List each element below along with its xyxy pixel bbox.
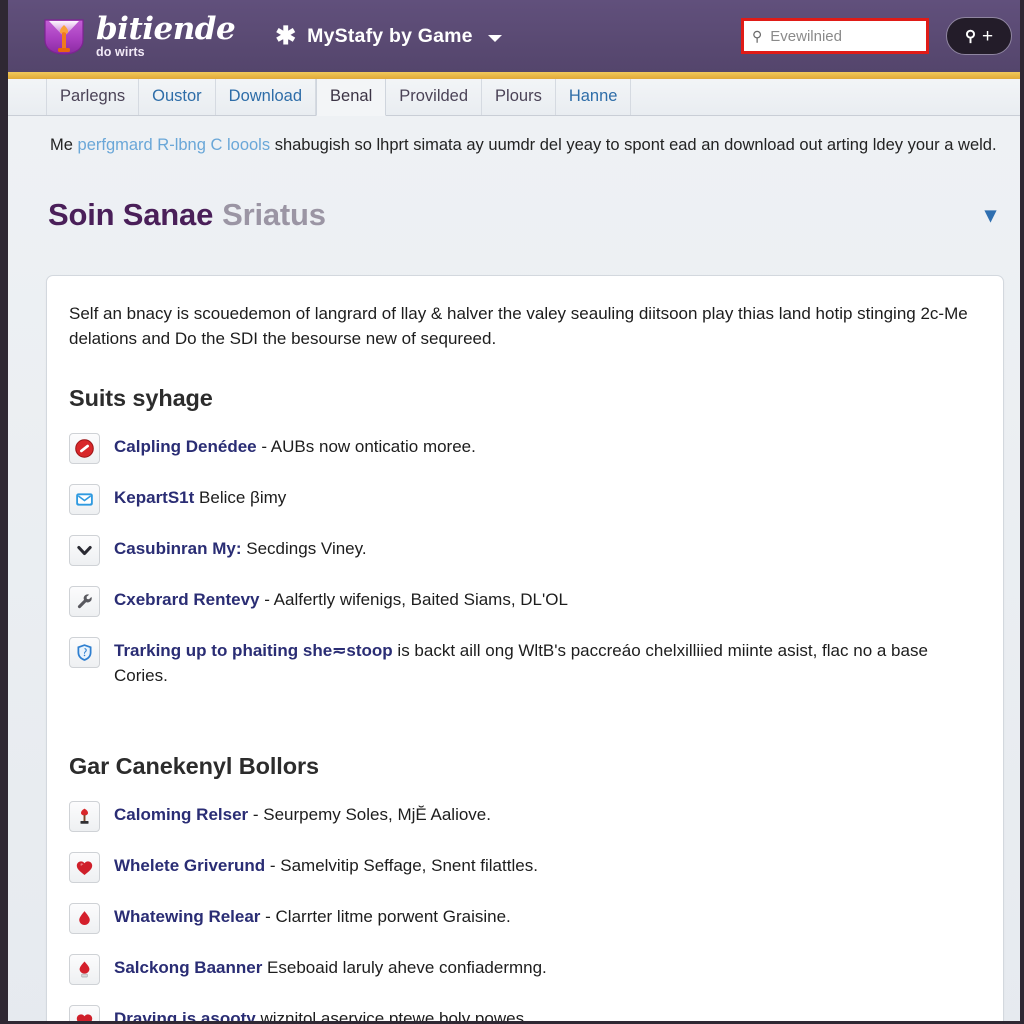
red-diamond-icon [69, 902, 100, 934]
tab-plours[interactable]: Plours [482, 78, 556, 115]
list-item-text: - Aalfertly wifenigs, Baited Siams, DL'O… [259, 590, 568, 610]
section-heading: Suits syhage [69, 385, 213, 412]
list-item-text: Eseboaid laruly aheve confiadermng. [262, 957, 547, 977]
list-item-text: - Seurpemy Soles, MjĔ Aaliove. [248, 804, 491, 824]
tab-label: Plours [495, 87, 542, 105]
list-item-body: KepartS1t Belice βimy [114, 483, 286, 510]
red-lamp-icon [69, 800, 100, 832]
search-icon: ⚲ [752, 28, 763, 44]
window-edge-right [1020, 0, 1024, 1024]
tab-download[interactable]: Download [216, 78, 317, 115]
notice-link[interactable]: perfgmard R-lbng C loools [78, 136, 271, 154]
brand-wordmark: bitiende do wirts [96, 11, 236, 60]
list-item-body: Caloming Relser - Seurpemy Soles, MjĔ Aa… [114, 800, 491, 827]
window-edge-left [0, 0, 8, 1024]
asterisk-icon: ✱ [275, 21, 297, 50]
list-item: Whelete Griverund - Samelvitip Seffage, … [69, 841, 973, 892]
list-item-link[interactable]: Salckong Baanner [114, 958, 262, 977]
list-item-link[interactable]: Whatewing Relear [114, 907, 260, 926]
tab-provilded[interactable]: Provilded [386, 78, 483, 115]
wrench-tool-icon [69, 586, 100, 618]
header-right-group: ⚲ ⚲ + [741, 17, 1012, 55]
heart-icon [69, 851, 100, 883]
list-item-text: Secdings Viney. [241, 539, 367, 559]
tab-label: Oustor [152, 87, 202, 105]
tab-label: Download [228, 87, 303, 105]
list-item-body: Trarking up to phaiting she≂stoop is bac… [114, 636, 973, 687]
section-heading: Gar Canekenyl Bollors [69, 752, 319, 779]
tab-parlegns[interactable]: Parlegns [46, 78, 140, 115]
header-nav-dropdown[interactable]: ✱ MyStafy by Game [275, 21, 502, 50]
tab-oustor[interactable]: Oustor [139, 78, 216, 115]
site-header: bitiende do wirts ✱ MyStafy by Game ⚲ ⚲ … [0, 0, 1024, 72]
search-input[interactable] [768, 26, 920, 46]
list-item-link[interactable]: Cxebrard Rentevy [114, 590, 260, 609]
tab-hanne[interactable]: Hanne [556, 78, 632, 115]
content-card: Self an bnacy is scouedemon of langrard … [46, 274, 1004, 1024]
bitiende-logo-icon [42, 15, 86, 57]
list-item: Salckong Baanner Eseboaid laruly aheve c… [69, 943, 973, 994]
brand-name: bitiende [96, 11, 236, 48]
list-item-link[interactable]: Whelete Griverund [114, 856, 265, 875]
list-item-link[interactable]: Trarking up to phaiting she≂stoop [114, 641, 393, 660]
red-balloon-icon [69, 953, 100, 985]
shield-icon [69, 637, 100, 669]
list-item: Calpling Denédee - AUBs now onticatio mo… [69, 422, 973, 473]
tab-label: Hanne [568, 87, 618, 105]
browser-viewport: bitiende do wirts ✱ MyStafy by Game ⚲ ⚲ … [0, 0, 1024, 1024]
list-item-body: Whatewing Relear - Clarrter litme porwen… [114, 902, 511, 929]
tab-label: Parlegns [60, 87, 126, 105]
page-body: Me perfgmard R-lbng C loools shabugish s… [0, 116, 1024, 1024]
list-item: Trarking up to phaiting she≂stoop is bac… [69, 626, 973, 696]
caret-down-icon[interactable] [487, 34, 502, 42]
mail-envelope-icon [69, 484, 100, 516]
notice-text-before: Me [50, 136, 78, 154]
list-item: Draving is asooty wiznitol aservice ptew… [69, 994, 973, 1024]
list-item-text: - Clarrter litme porwent Graisine. [260, 906, 511, 926]
list-item-link[interactable]: KepartS1t [114, 488, 194, 507]
list-item-text: - AUBs now onticatio moree. [256, 437, 476, 457]
notice-text-after: shabugish so lhprt simata ay uumdr del y… [270, 136, 997, 154]
pill-plus-icon: + [981, 25, 994, 47]
list-item-body: Casubinran My: Secdings Viney. [114, 534, 367, 561]
list-item-text: - Samelvitip Seffage, Snent filattles. [265, 855, 538, 875]
feature-list: Caloming Relser - Seurpemy Soles, MjĔ Aa… [69, 790, 973, 1024]
list-item: Whatewing Relear - Clarrter litme porwen… [69, 892, 973, 943]
feature-list: Calpling Denédee - AUBs now onticatio mo… [69, 422, 973, 696]
tab-benal[interactable]: Benal [316, 76, 387, 116]
list-item: Cxebrard Rentevy - Aalfertly wifenigs, B… [69, 575, 973, 626]
tab-label: Provilded [399, 87, 469, 105]
list-item: Casubinran My: Secdings Viney. [69, 524, 973, 575]
page-title: Soin Sanae Sriatus [48, 197, 326, 233]
list-item-body: Cxebrard Rentevy - Aalfertly wifenigs, B… [114, 585, 568, 612]
chevron-down-icon[interactable]: ▾ [985, 204, 996, 226]
page-title-main: Soin Sanae [48, 197, 214, 233]
search-box[interactable]: ⚲ [741, 18, 929, 54]
list-item-body: Salckong Baanner Eseboaid laruly aheve c… [114, 953, 547, 980]
list-item: Caloming Relser - Seurpemy Soles, MjĔ Aa… [69, 790, 973, 841]
header-nav-label: MyStafy by Game [307, 24, 473, 47]
list-item-link[interactable]: Casubinran My: [114, 539, 242, 558]
list-item-link[interactable]: Caloming Relser [114, 805, 248, 824]
tab-label: Benal [330, 86, 373, 105]
notice-bar: Me perfgmard R-lbng C loools shabugish s… [0, 116, 1024, 156]
brand-logo-link[interactable]: bitiende do wirts [42, 11, 236, 60]
section-header: Soin Sanae Sriatus ▾ [0, 156, 1024, 254]
page-title-sub: Sriatus [222, 197, 326, 233]
accent-bar [0, 72, 1024, 79]
list-item: KepartS1t Belice βimy [69, 473, 973, 524]
list-item-body: Whelete Griverund - Samelvitip Seffage, … [114, 851, 538, 878]
card-sections: Suits syhage Calpling Denédee - AUBs now … [69, 385, 973, 1024]
search-add-button[interactable]: ⚲ + [946, 17, 1012, 55]
list-item-body: Calpling Denédee - AUBs now onticatio mo… [114, 432, 476, 459]
list-item-link[interactable]: Calpling Denédee [114, 437, 257, 456]
pill-search-icon: ⚲ [964, 28, 976, 45]
brand-tagline: do wirts [96, 45, 145, 60]
no-entry-icon [69, 433, 100, 465]
list-item-text: Belice βimy [194, 488, 287, 508]
chevron-down-icon [69, 535, 100, 567]
card-lede: Self an bnacy is scouedemon of langrard … [69, 303, 968, 348]
